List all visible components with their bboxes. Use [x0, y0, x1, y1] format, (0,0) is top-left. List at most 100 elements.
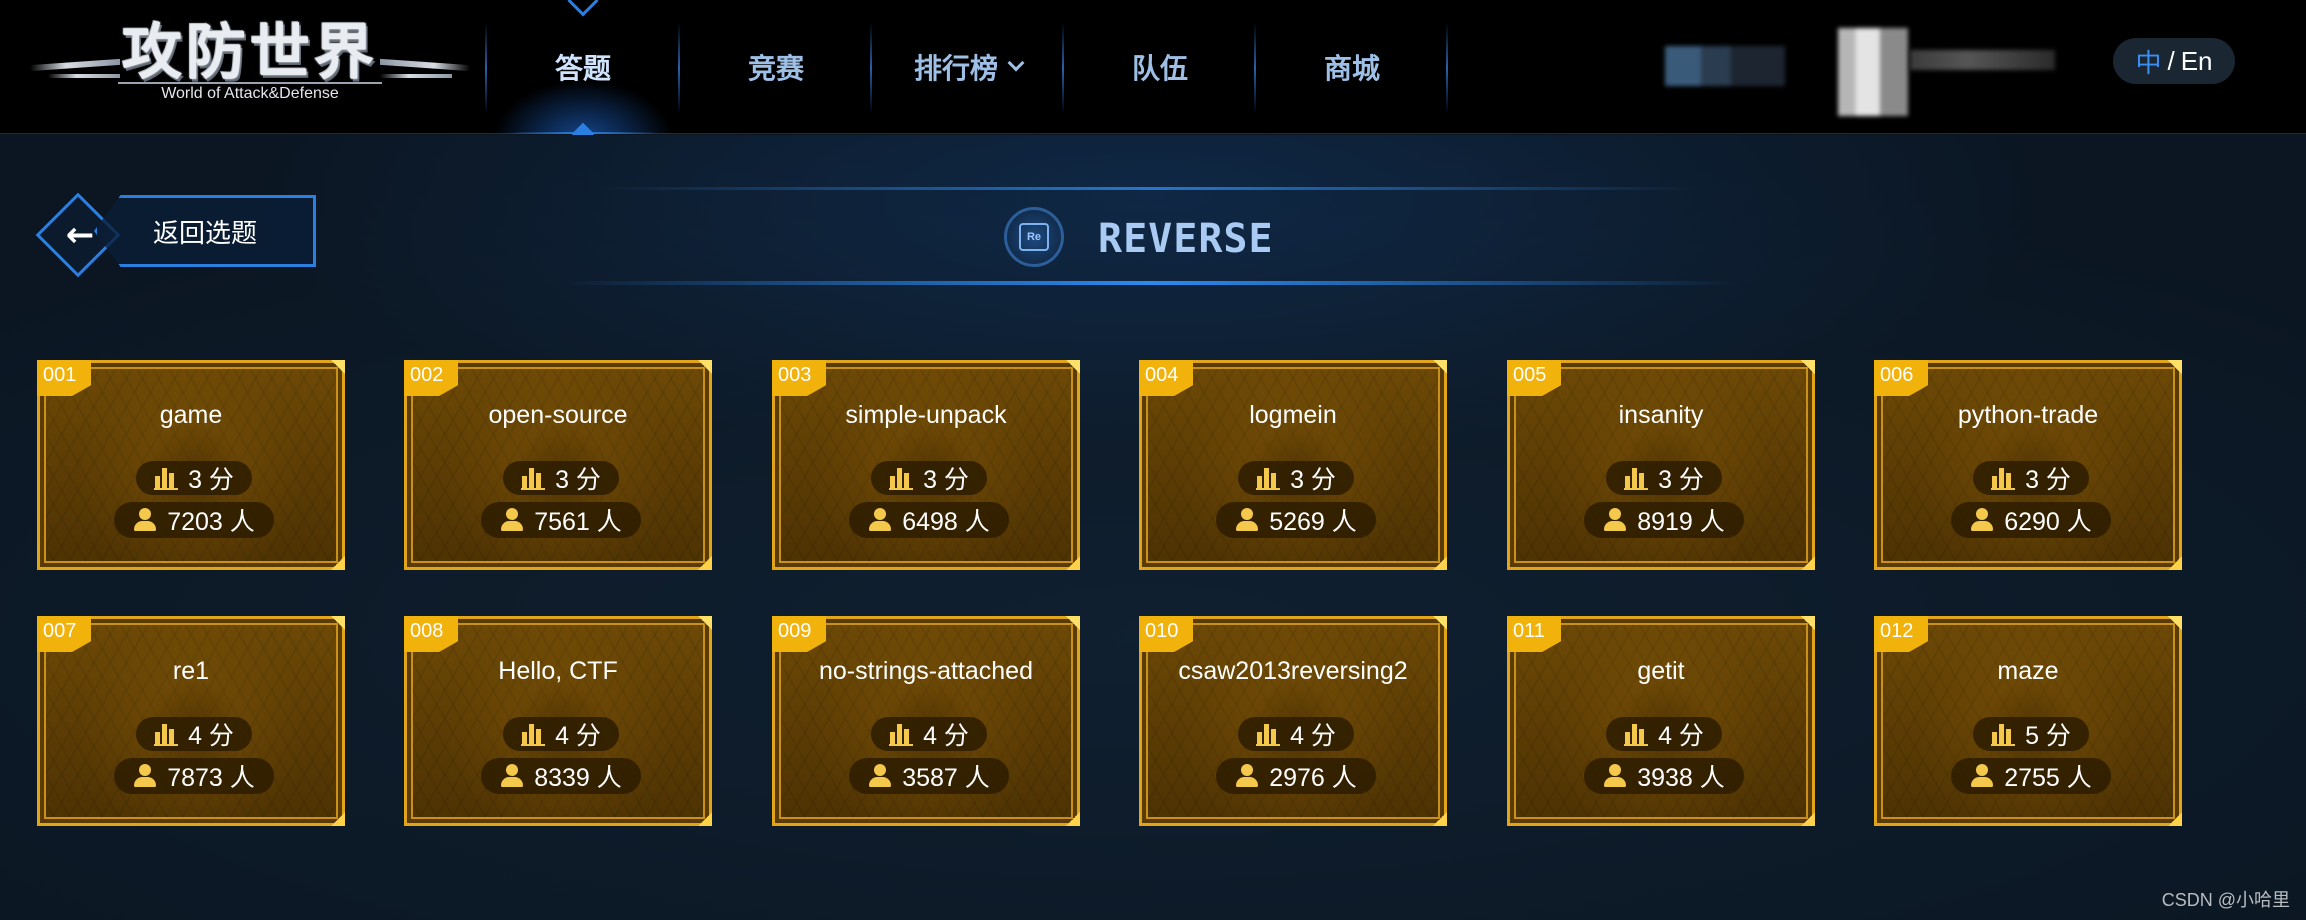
user-icon [1970, 764, 1994, 788]
challenge-number-badge: 009 [772, 616, 826, 652]
user-icon [500, 508, 524, 532]
challenge-number-badge: 006 [1874, 360, 1928, 396]
challenge-number-badge: 011 [1507, 616, 1561, 652]
challenge-solvers: 6498 人 [849, 502, 1009, 538]
nav-item-label: 商城 [1323, 52, 1380, 85]
user-icon [1603, 764, 1627, 788]
arrow-left-icon: ← [65, 215, 95, 255]
bar-chart-icon [889, 466, 915, 490]
challenge-number-badge: 012 [1874, 616, 1928, 652]
challenge-card[interactable]: 008 Hello, CTF 4 分 8339 人 [404, 616, 712, 826]
logo-subtitle: World of Attack&Defense [118, 82, 382, 103]
nav-item-team[interactable]: 队伍 [1065, 0, 1255, 134]
challenge-name: getit [1637, 657, 1685, 685]
score-value: 4 分 [1290, 722, 1336, 750]
challenge-card[interactable]: 006 python-trade 3 分 6290 人 [1874, 360, 2182, 570]
bar-chart-icon [1991, 722, 2017, 746]
bar-chart-icon [889, 722, 915, 746]
score-value: 3 分 [1658, 466, 1704, 494]
challenge-name: maze [1997, 657, 2059, 685]
solvers-value: 7873 人 [167, 764, 255, 792]
challenge-name: game [159, 401, 223, 429]
challenge-number-badge: 010 [1139, 616, 1193, 652]
user-icon [1603, 508, 1627, 532]
challenge-card[interactable]: 010 csaw2013reversing2 4 分 2976 人 [1139, 616, 1447, 826]
bar-chart-icon [521, 466, 547, 490]
score-value: 3 分 [188, 466, 234, 494]
top-navbar: 攻防世界 World of Attack&Defense 答题 竞赛 排行榜 队… [0, 0, 2306, 146]
reverse-icon: Re [1019, 223, 1049, 251]
challenge-score: 3 分 [871, 461, 987, 495]
challenge-number-badge: 008 [404, 616, 458, 652]
challenge-card[interactable]: 001 game 3 分 7203 人 [37, 360, 345, 570]
challenge-score: 4 分 [503, 717, 619, 751]
nav-separator [485, 22, 487, 114]
challenge-score: 5 分 [1973, 717, 2089, 751]
challenge-solvers: 6290 人 [1951, 502, 2111, 538]
challenge-score: 3 分 [1238, 461, 1354, 495]
challenge-card[interactable]: 007 re1 4 分 7873 人 [37, 616, 345, 826]
lang-option-en[interactable]: En [2181, 46, 2213, 77]
solvers-value: 7203 人 [167, 508, 255, 536]
challenge-name: open-source [488, 401, 628, 429]
category-header-line [560, 281, 1740, 285]
score-value: 4 分 [923, 722, 969, 750]
username-blurred[interactable] [1910, 50, 2055, 70]
avatar[interactable] [1838, 28, 1908, 116]
solvers-value: 3587 人 [902, 764, 990, 792]
language-switch[interactable]: 中 / En [2113, 38, 2235, 84]
challenge-score: 3 分 [503, 461, 619, 495]
challenge-score: 3 分 [136, 461, 252, 495]
solvers-value: 2976 人 [1269, 764, 1357, 792]
challenge-solvers: 8919 人 [1584, 502, 1744, 538]
nav-item-answer[interactable]: 答题 [488, 0, 678, 146]
challenge-score: 4 分 [1238, 717, 1354, 751]
user-icon [500, 764, 524, 788]
solvers-value: 8919 人 [1637, 508, 1725, 536]
challenge-number-badge: 003 [772, 360, 826, 396]
challenge-card[interactable]: 009 no-strings-attached 4 分 3587 人 [772, 616, 1080, 826]
user-icon [133, 764, 157, 788]
lang-option-zh[interactable]: 中 [2135, 43, 2161, 80]
challenge-number-badge: 005 [1507, 360, 1561, 396]
back-button-label: 返回选题 [94, 195, 316, 267]
score-value: 3 分 [555, 466, 601, 494]
bar-chart-icon [154, 466, 180, 490]
challenge-name: python-trade [1957, 401, 2099, 429]
challenge-card[interactable]: 011 getit 4 分 3938 人 [1507, 616, 1815, 826]
challenge-card[interactable]: 005 insanity 3 分 8919 人 [1507, 360, 1815, 570]
score-value: 3 分 [2025, 466, 2071, 494]
active-indicator-top [567, 0, 599, 17]
nav-separator [678, 22, 680, 114]
nav-item-competition[interactable]: 竞赛 [681, 0, 871, 134]
challenge-score: 4 分 [871, 717, 987, 751]
nav-item-shop[interactable]: 商城 [1257, 0, 1447, 134]
challenge-solvers: 5269 人 [1216, 502, 1376, 538]
challenge-solvers: 2976 人 [1216, 758, 1376, 794]
logo-title: 攻防世界 [122, 18, 378, 88]
challenge-card[interactable]: 002 open-source 3 分 7561 人 [404, 360, 712, 570]
user-icon [1970, 508, 1994, 532]
notification-area-blurred[interactable] [1665, 46, 1785, 86]
back-button[interactable]: ← 返回选题 [35, 192, 318, 278]
watermark: CSDN @小哈里 [2161, 890, 2290, 910]
solvers-value: 8339 人 [534, 764, 622, 792]
challenge-solvers: 7203 人 [114, 502, 274, 538]
site-logo[interactable]: 攻防世界 World of Attack&Defense [30, 14, 470, 114]
challenge-card[interactable]: 004 logmein 3 分 5269 人 [1139, 360, 1447, 570]
challenge-card[interactable]: 003 simple-unpack 3 分 6498 人 [772, 360, 1080, 570]
score-value: 4 分 [555, 722, 601, 750]
bar-chart-icon [1624, 466, 1650, 490]
solvers-value: 3938 人 [1637, 764, 1725, 792]
challenge-name: csaw2013reversing2 [1178, 657, 1408, 685]
nav-item-leaderboard[interactable]: 排行榜 [873, 0, 1063, 134]
user-icon [1235, 508, 1259, 532]
nav-separator [1446, 22, 1448, 114]
nav-item-label: 排行榜 [913, 52, 998, 85]
challenge-score: 3 分 [1973, 461, 2089, 495]
category-header-line [600, 187, 1700, 190]
challenge-solvers: 7873 人 [114, 758, 274, 794]
challenge-card[interactable]: 012 maze 5 分 2755 人 [1874, 616, 2182, 826]
user-icon [1235, 764, 1259, 788]
challenge-number-badge: 004 [1139, 360, 1193, 396]
